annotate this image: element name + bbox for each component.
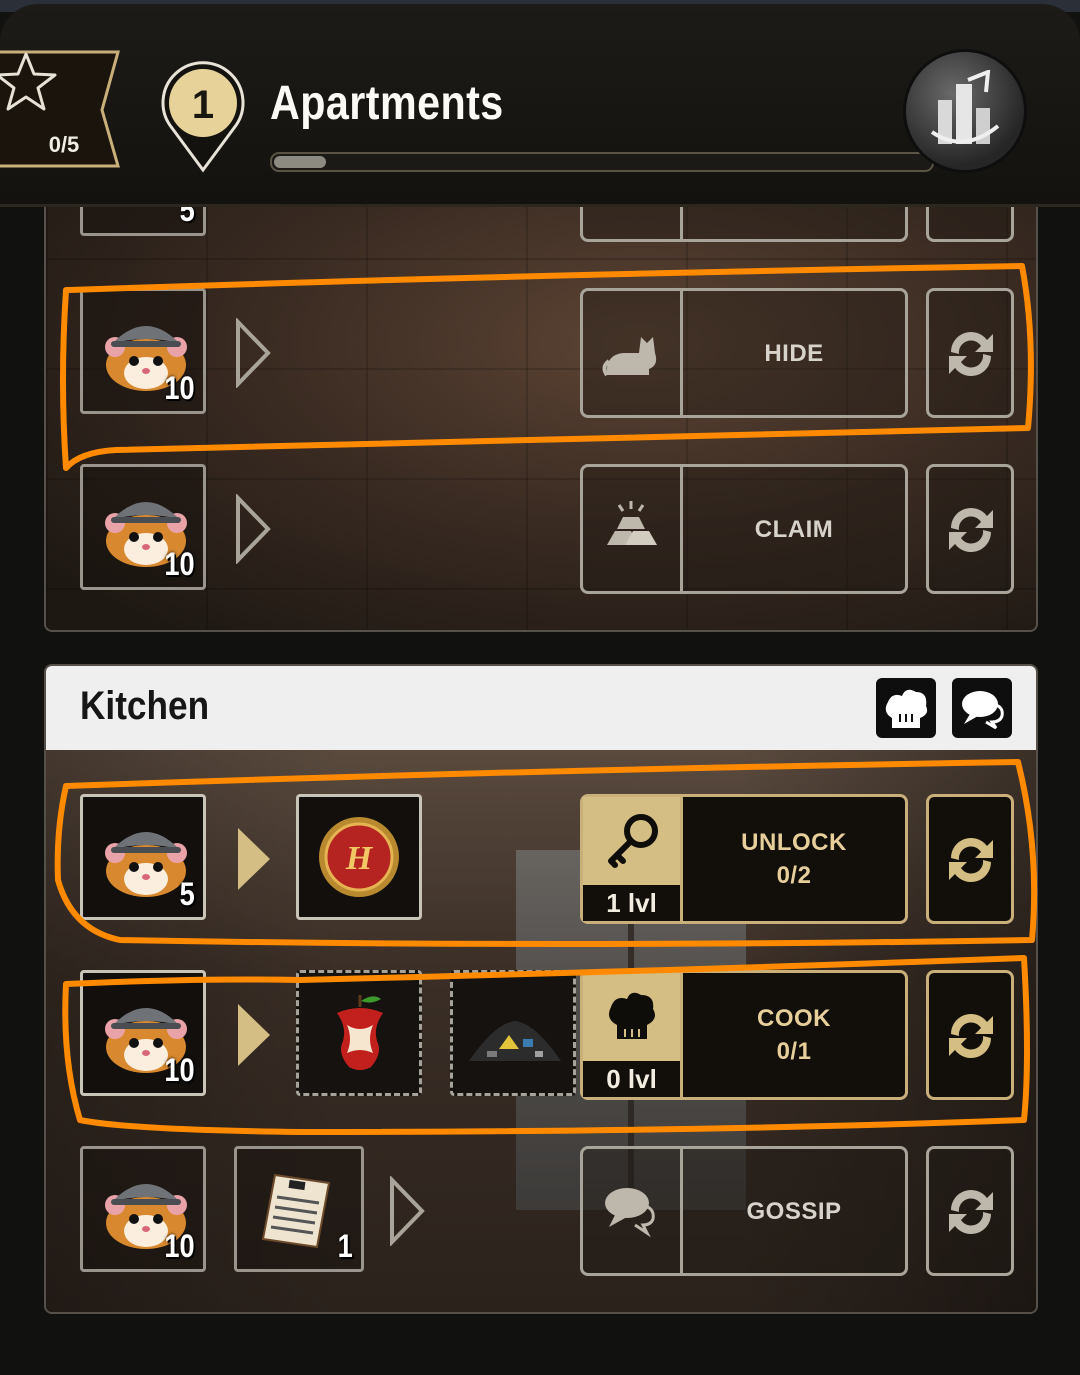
reward-slot[interactable]: H (296, 794, 422, 920)
action-label: COOK (757, 1005, 831, 1032)
action-level: 0 lvl (583, 1061, 680, 1097)
action-label: UNLOCK (741, 829, 847, 856)
hamster-slot[interactable]: 10 (80, 970, 206, 1096)
star-icon (0, 52, 57, 111)
refresh-button[interactable] (926, 1146, 1014, 1276)
chef-hat-icon (609, 992, 655, 1039)
location-title: Apartments (270, 77, 504, 130)
trash-pile-icon (469, 1021, 561, 1061)
unlock-button[interactable]: 1 lvl UNLOCK 0/2 (580, 794, 908, 924)
hide-button[interactable]: HIDE (580, 288, 908, 418)
hamster-slot[interactable]: 10 (80, 288, 206, 414)
action-progress: 0/1 (776, 1038, 812, 1065)
gossip-action-button[interactable]: GOSSIP (580, 1146, 908, 1276)
arrow-solid-icon (238, 1004, 270, 1066)
refresh-button[interactable] (926, 794, 1014, 924)
action-level: 1 lvl (583, 885, 680, 921)
hamster-count: 10 (164, 1228, 195, 1264)
refresh-icon (949, 838, 993, 882)
arrow-solid-icon (238, 828, 270, 890)
action-label: CLAIM (754, 515, 834, 543)
ingredient-slot[interactable] (296, 970, 422, 1096)
speech-bubbles-icon (605, 1188, 655, 1238)
gossip-button[interactable] (952, 678, 1012, 738)
refresh-icon (949, 1190, 993, 1234)
action-progress: 0/2 (776, 862, 812, 889)
hamster-count: 5 (179, 876, 195, 912)
city-map-button[interactable] (906, 52, 1024, 170)
gold-bars-icon (607, 501, 657, 545)
cook-button[interactable]: 0 lvl COOK 0/1 (580, 970, 908, 1100)
stars-progress: 0/5 (48, 132, 80, 157)
refresh-button[interactable] (926, 288, 1014, 418)
kitchen-header: Kitchen (46, 666, 1036, 750)
hamster-icon (105, 832, 187, 897)
hamster-slot[interactable]: 5 (80, 794, 206, 920)
kitchen-title: Kitchen (80, 684, 210, 728)
hamster-count: 10 (164, 370, 195, 406)
cat-icon (602, 337, 657, 377)
svg-text:H: H (345, 840, 374, 877)
hamster-slot[interactable]: 10 (80, 464, 206, 590)
location-header: 0/5 1 Apartments (0, 4, 1080, 207)
location-progress-bar (270, 152, 934, 172)
hamster-count: 10 (164, 546, 195, 582)
newspaper-icon (261, 1173, 331, 1249)
item-slot[interactable]: 1 (234, 1146, 364, 1272)
location-level: 1 (191, 83, 215, 127)
arrow-outline-icon (236, 494, 271, 564)
item-count: 1 (337, 1228, 353, 1264)
refresh-icon (949, 1014, 993, 1058)
apple-core-icon (337, 995, 383, 1070)
refresh-icon (949, 508, 993, 552)
ingredient-slot[interactable] (450, 970, 576, 1096)
action-label: GOSSIP (746, 1197, 842, 1225)
speech-bubbles-icon (962, 691, 1004, 730)
hamster-count: 10 (164, 1052, 195, 1088)
chef-hat-icon (885, 689, 928, 728)
refresh-icon (949, 332, 993, 376)
apartments-panel: 5 10 HIDE 10 CLAIM (44, 150, 1038, 632)
city-buildings-icon (930, 70, 1000, 144)
claim-button[interactable]: CLAIM (580, 464, 908, 594)
refresh-button[interactable] (926, 464, 1014, 594)
location-progress-fill (274, 156, 327, 168)
kitchen-panel: Kitchen 5 H 1 lvl UNLOCK 0/2 10 0 lvl CO… (44, 664, 1038, 1314)
arrow-outline-icon (390, 1176, 425, 1246)
hamster-slot[interactable]: 10 (80, 1146, 206, 1272)
arrow-outline-icon (236, 318, 271, 388)
action-label: HIDE (764, 339, 824, 367)
refresh-button[interactable] (926, 970, 1014, 1100)
chef-hat-button[interactable] (876, 678, 936, 738)
key-icon (608, 814, 658, 868)
coin-icon: H (319, 817, 399, 897)
